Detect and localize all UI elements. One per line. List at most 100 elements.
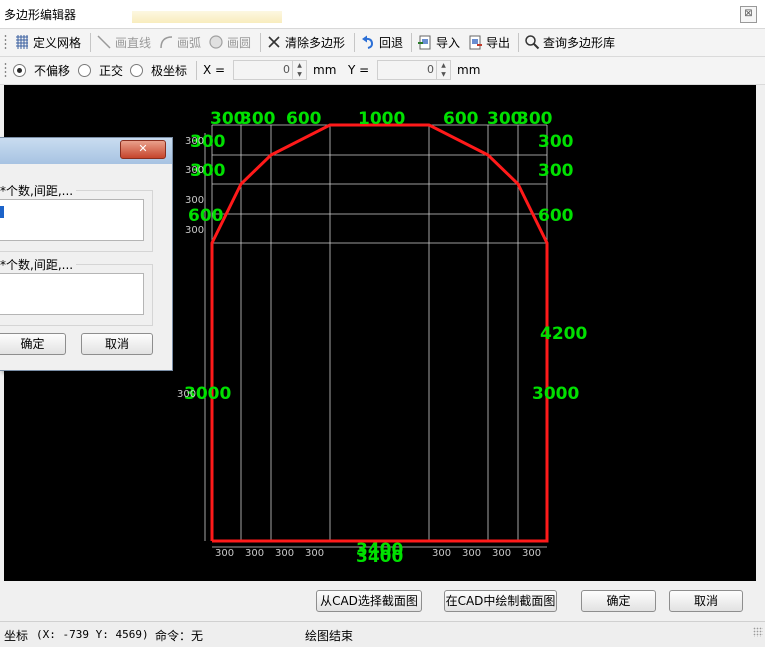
draw-circle-button[interactable]: 画圆 [208,33,251,51]
status-bar: 坐标 (X: -739 Y: 4569) 命令：无 绘图结束 [0,621,765,647]
top-dim-4: 1000 [358,109,405,129]
dimension-lines [204,133,547,548]
top-dim-7: 300 [517,109,553,129]
bottom-small-dim-8: 300 [522,548,541,559]
query-polygon-library-button[interactable]: 查询多边形库 [524,33,615,51]
right-dim-2: 300 [538,161,574,181]
circle-icon [209,35,223,49]
cancel-button[interactable]: 取消 [669,590,743,612]
x-offset-spinner[interactable]: ▲ ▼ [292,61,306,79]
radio-no-offset-indicator[interactable] [13,63,26,77]
export-icon [469,35,482,50]
radio-orthogonal-indicator[interactable] [78,63,91,77]
y-offset-value: 0 [427,63,434,76]
left-small-height: 300 [177,389,196,400]
radio-polar[interactable]: 极坐标 [130,61,187,79]
message-status: 绘图结束 [305,629,354,643]
import-button[interactable]: 导入 [417,33,460,51]
y-offset-spinner[interactable]: ▲ ▼ [436,61,450,79]
export-button[interactable]: 导出 [467,33,510,51]
y-label: Y = [348,63,370,77]
text-cursor [0,206,4,218]
grid-lines [211,124,548,542]
draw-in-cad-button[interactable]: 在CAD中绘制截面图 [444,590,557,612]
draw-line-label: 画直线 [115,35,152,50]
command-status: 命令：无 [155,629,204,643]
right-height-dim: 3000 [532,384,579,404]
x-icon [268,36,280,48]
toolbar-grip[interactable] [4,34,7,51]
x-label: X = [203,63,226,77]
draw-circle-label: 画圆 [227,35,252,50]
radio-orthogonal[interactable]: 正交 [78,61,123,79]
toolbar-separator [518,33,519,52]
clear-polygon-button[interactable]: 清除多边形 [266,33,345,51]
radio-polar-indicator[interactable] [130,63,143,77]
dialog-ok-button[interactable]: 确定 [0,333,66,355]
top-dim-5: 600 [443,109,479,129]
close-window-button[interactable]: ⊠ [740,6,757,23]
left-small-dim-4: 300 [185,225,204,236]
define-grid-label: 定义网格 [33,35,82,50]
toolbar-separator [260,33,261,52]
x-unit-label: mm [313,63,337,77]
import-icon [418,35,431,50]
bottom-small-dim-2: 300 [245,548,264,559]
grid-icon [16,35,28,49]
draw-line-button[interactable]: 画直线 [96,33,151,51]
bottom-small-dim-6: 300 [462,548,481,559]
right-total-dim: 4200 [540,324,587,344]
array-input-dialog: ✕ *个数,间距,... *个数,间距,... 确定 取消 [0,137,173,371]
column-spacing-input[interactable] [0,273,144,315]
select-from-cad-button[interactable]: 从CAD选择截面图 [316,590,422,612]
y-offset-input[interactable]: 0 ▲ ▼ [377,60,451,80]
y-unit-label: mm [457,63,481,77]
dialog-cancel-button[interactable]: 取消 [81,333,153,355]
radio-polar-label: 极坐标 [151,63,188,78]
title-bar: 多边形编辑器 ⊠ [0,0,765,29]
right-dim-3: 600 [538,206,574,226]
left-small-dim-2: 300 [185,165,204,176]
bottom-total-dim-shadow: 3400 [356,547,403,567]
bottom-small-dim-3: 300 [275,548,294,559]
clear-polygon-label: 清除多边形 [285,35,346,50]
toolbar-separator [196,61,197,80]
query-polygon-library-label: 查询多边形库 [543,35,616,50]
bottom-button-bar: 从CAD选择截面图 在CAD中绘制截面图 确定 取消 [0,582,765,620]
define-grid-button[interactable]: 定义网格 [14,33,81,51]
polygon-outline [210,123,549,543]
undo-button[interactable]: 回退 [360,33,403,51]
coord-label: 坐标 [4,629,29,643]
toolbar-separator [411,33,412,52]
row-spacing-input[interactable] [0,199,144,241]
group-row-spacing-label: *个数,间距,... [0,182,77,199]
resize-grip[interactable] [753,627,763,637]
undo-label: 回退 [379,35,404,50]
x-offset-input[interactable]: 0 ▲ ▼ [233,60,307,80]
line-icon [97,35,111,49]
bottom-small-dim-7: 300 [492,548,511,559]
bottom-small-dim-1: 300 [215,548,234,559]
left-small-dim-3: 300 [185,195,204,206]
import-label: 导入 [436,35,461,50]
bottom-small-dim-5: 300 [432,548,451,559]
draw-arc-label: 画弧 [177,35,202,50]
radio-orthogonal-label: 正交 [99,63,124,78]
bottom-small-dim-4: 300 [305,548,324,559]
radio-no-offset[interactable]: 不偏移 [13,61,70,79]
dialog-close-button[interactable]: ✕ [120,140,166,159]
window-title: 多边形编辑器 [4,8,77,22]
dialog-title-bar[interactable]: ✕ [0,138,172,164]
ok-button[interactable]: 确定 [581,590,656,612]
top-dim-2: 300 [240,109,276,129]
top-dim-3: 600 [286,109,322,129]
left-dim-3: 600 [188,206,224,226]
export-label: 导出 [486,35,511,50]
group-column-spacing-label: *个数,间距,... [0,256,77,273]
draw-arc-button[interactable]: 画弧 [158,33,201,51]
x-offset-value: 0 [283,63,290,76]
toolbar-separator [90,33,91,52]
toolbar-grip[interactable] [4,62,7,79]
undo-icon [362,35,374,49]
snap-toolbar: 不偏移 正交 极坐标 X = 0 ▲ ▼ mm Y = 0 ▲ ▼ mm [0,57,765,85]
